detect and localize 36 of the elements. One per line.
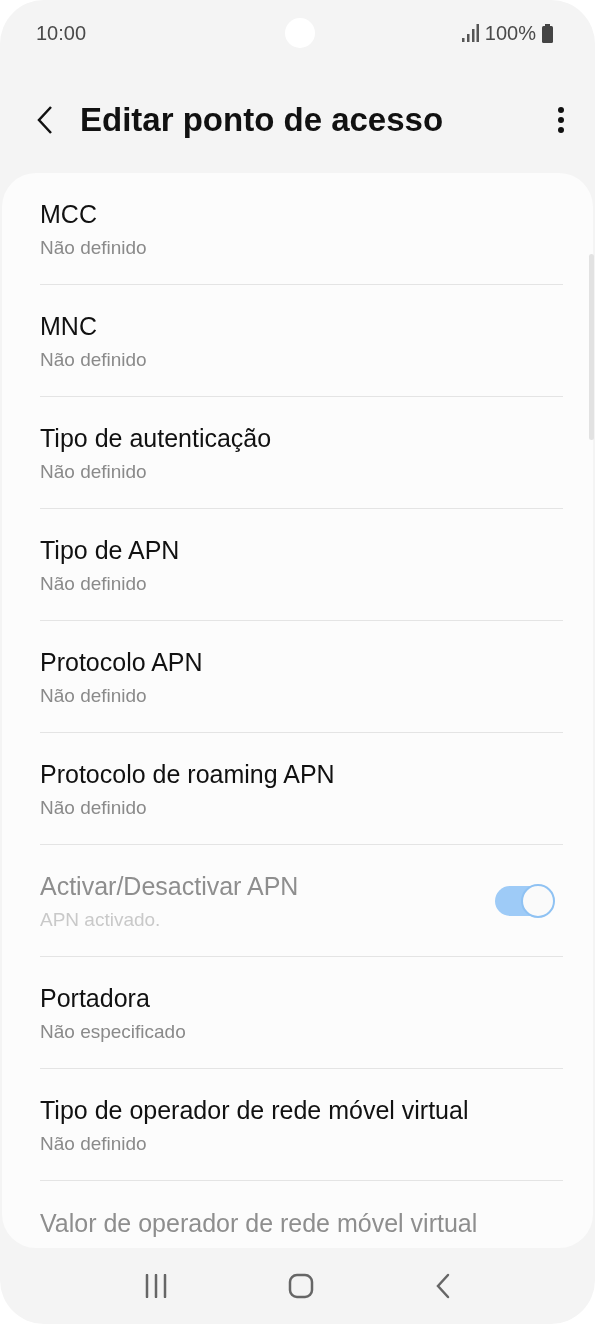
setting-row[interactable]: Protocolo de roaming APN Não definido [40,733,563,845]
setting-row[interactable]: Protocolo APN Não definido [40,621,563,733]
setting-row[interactable]: Portadora Não especificado [40,957,563,1069]
signal-icon [460,24,479,42]
setting-title: Tipo de autenticação [40,424,273,453]
setting-value: Não definido [40,237,148,259]
setting-title: Valor de operador de rede móvel virtual [40,1209,479,1238]
setting-row[interactable]: Tipo de autenticação Não definido [40,397,563,509]
back-button[interactable] [36,104,54,135]
page-title: Editar ponto de acesso [80,100,445,139]
setting-title: Tipo de operador de rede móvel virtual [40,1096,470,1125]
recent-apps-button[interactable] [144,1274,169,1298]
setting-title: Portadora [40,984,151,1013]
battery-level: 100% [484,21,536,45]
setting-title: Tipo de APN [40,536,181,565]
setting-value: Não definido [40,685,148,707]
battery-icon [542,23,553,43]
setting-title: Protocolo de roaming APN [40,760,336,789]
setting-title: Activar/Desactivar APN [40,872,300,901]
status-time: 10:00 [36,21,87,45]
setting-value: Não definido [40,461,148,483]
more-options-button[interactable] [557,105,565,134]
setting-row[interactable]: Tipo de operador de rede móvel virtual Não definido [40,1069,563,1181]
setting-row[interactable]: Tipo de APN Não definido [40,509,563,621]
setting-row[interactable]: MCC Não definido [40,173,563,285]
home-button[interactable] [288,1273,315,1299]
setting-title: MNC [40,312,98,341]
setting-row[interactable]: MNC Não definido [40,285,563,397]
setting-value: Não definido [40,797,148,819]
setting-title: MCC [40,200,98,229]
setting-value: Não definido [40,349,148,371]
setting-value: Não definido [40,573,148,595]
setting-value: Não definido [40,1133,148,1155]
setting-title: Protocolo APN [40,648,204,677]
setting-value: Não especificado [40,1021,187,1043]
back-nav-button[interactable] [434,1273,451,1299]
